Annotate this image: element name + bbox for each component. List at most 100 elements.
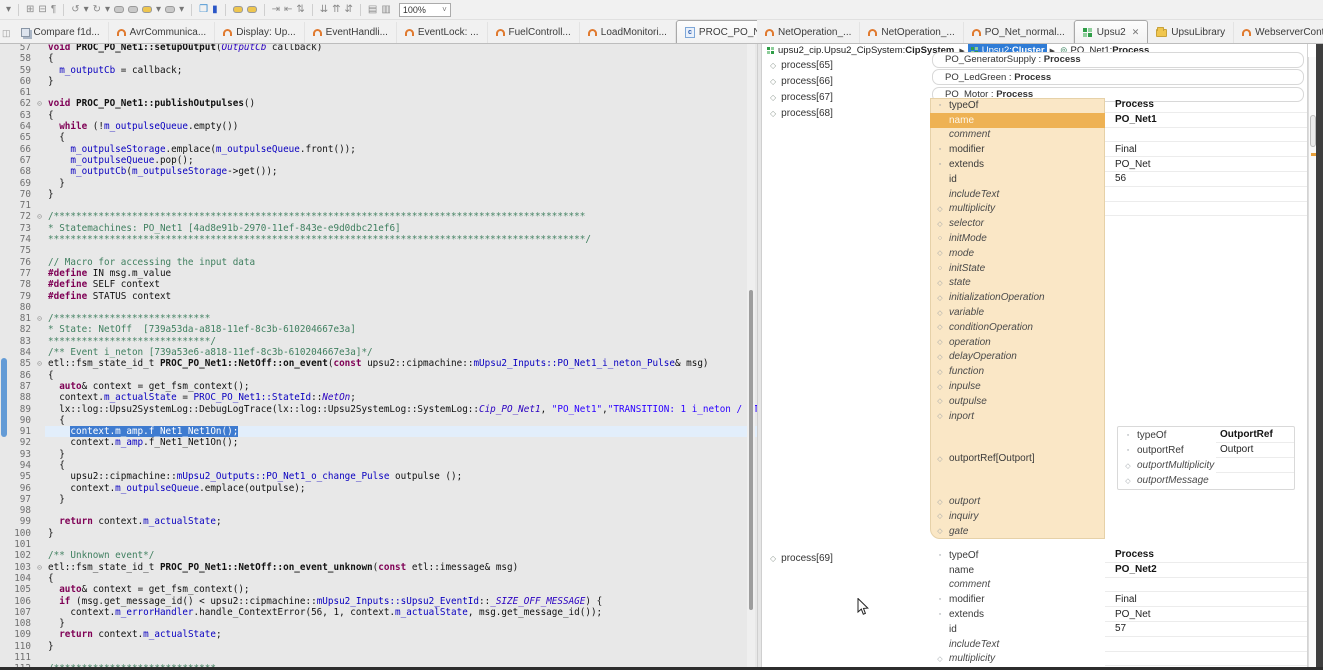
property-row[interactable]: ◇inport	[930, 409, 1307, 424]
step-into-icon[interactable]: ⇊	[320, 5, 328, 15]
code-line[interactable]: 70}	[0, 189, 757, 200]
code-line[interactable]: 87 auto& context = get_fsm_context();	[0, 381, 757, 392]
editor-scrollbar-thumb[interactable]	[749, 290, 753, 610]
property-label[interactable]: ▫extends	[930, 607, 1105, 622]
property-row[interactable]: ◇inpulse	[930, 379, 1307, 394]
property-row[interactable]: ◇outport	[930, 494, 1307, 509]
property-value[interactable]: PO_Net2	[1105, 563, 1307, 578]
property-row[interactable]: id56	[930, 172, 1307, 187]
property-label[interactable]: ◇outportMessage	[1118, 473, 1216, 488]
code-line[interactable]: 63{	[0, 110, 757, 121]
property-label[interactable]: ◇multiplicity	[930, 202, 1105, 217]
code-line[interactable]: 94 {	[0, 460, 757, 471]
property-label[interactable]: comment	[930, 128, 1105, 143]
code-line[interactable]: 67 m_outpulseQueue.pop();	[0, 155, 757, 166]
property-label[interactable]: ◇gate	[930, 524, 1105, 539]
code-line[interactable]: 69 }	[0, 178, 757, 189]
property-label[interactable]: name	[930, 563, 1105, 578]
property-value[interactable]	[1105, 509, 1307, 524]
editor-tab-upsu2[interactable]: Upsu2✕	[1074, 20, 1148, 43]
editor-tab-display-up-[interactable]: Display: Up...	[215, 22, 304, 43]
property-value[interactable]	[1105, 320, 1307, 335]
property-label[interactable]: ◇variable	[930, 305, 1105, 320]
swap-icon[interactable]: ⇵	[345, 5, 353, 15]
code-line[interactable]: 111	[0, 652, 757, 663]
property-row[interactable]: ▫typeOfProcess	[930, 548, 1307, 563]
editor-tab-eventlock-[interactable]: EventLock: ...	[397, 22, 488, 43]
comment-bubble-icon[interactable]	[165, 6, 175, 13]
property-value[interactable]: PO_Net	[1105, 607, 1307, 622]
property-row[interactable]: ◇delayOperation	[930, 350, 1307, 365]
property-value[interactable]	[1105, 246, 1307, 261]
property-row[interactable]: id57	[930, 622, 1307, 637]
property-row[interactable]: ▫outportRefOutport	[1118, 443, 1294, 458]
property-value[interactable]	[1105, 409, 1307, 424]
code-line[interactable]: 74**************************************…	[0, 234, 757, 245]
property-row[interactable]: ◇variable	[930, 305, 1307, 320]
property-label[interactable]: ▫modifier	[930, 592, 1105, 607]
property-label[interactable]: includeText	[930, 637, 1105, 652]
code-line[interactable]: 61	[0, 87, 757, 98]
property-row[interactable]: ◇mode	[930, 246, 1307, 261]
code-line[interactable]: 103⊝etl::fsm_state_id_t PROC_PO_Net1::Ne…	[0, 562, 757, 573]
property-row[interactable]: ○initState	[930, 261, 1307, 276]
tree-item-process-65-[interactable]: ◇process[65]	[770, 58, 833, 72]
property-label[interactable]: comment	[930, 578, 1105, 593]
code-line[interactable]: 81⊝/****************************	[0, 313, 757, 324]
redo-icon[interactable]: ↻	[93, 5, 101, 15]
property-row[interactable]: namePO_Net1	[930, 113, 1307, 128]
editor-tab-avrcommunica-[interactable]: AvrCommunica...	[109, 22, 216, 43]
code-line[interactable]: 79#define STATUS context	[0, 291, 757, 302]
property-label[interactable]: ◇operation	[930, 335, 1105, 350]
code-line[interactable]: 89 lx::log::Upsu2SystemLog::DebugLogTrac…	[0, 404, 757, 415]
property-row[interactable]: ▫extendsPO_Net	[930, 607, 1307, 622]
property-value[interactable]	[1105, 305, 1307, 320]
property-row[interactable]: includeText	[930, 187, 1307, 202]
property-value[interactable]: Outport	[1216, 443, 1294, 458]
property-label[interactable]: ◇conditionOperation	[930, 320, 1105, 335]
code-line[interactable]: 101	[0, 539, 757, 550]
property-value[interactable]	[1105, 202, 1307, 217]
property-label[interactable]: ◇state	[930, 276, 1105, 291]
fold-marker-icon[interactable]: ⊝	[34, 313, 45, 324]
property-label[interactable]: includeText	[930, 187, 1105, 202]
code-line[interactable]: 100}	[0, 528, 757, 539]
property-row[interactable]: ◇gate	[930, 524, 1307, 539]
property-row[interactable]: ▫extendsPO_Net	[930, 157, 1307, 172]
property-row[interactable]: ◇outpulse	[930, 394, 1307, 409]
property-row[interactable]: ◇outportMultiplicity	[1118, 458, 1294, 473]
fold-marker-icon[interactable]: ⊝	[34, 211, 45, 222]
comment-bubble-icon[interactable]	[114, 6, 124, 13]
code-line[interactable]: 58{	[0, 53, 757, 64]
property-row[interactable]: ◇multiplicity	[930, 652, 1307, 667]
property-label[interactable]: ▫outportRef	[1118, 443, 1216, 458]
close-icon[interactable]: ✕	[1132, 27, 1140, 38]
code-line[interactable]: 68 m_outputCb(m_outpulseStorage->get());	[0, 166, 757, 177]
editor-tab-upsulibrary[interactable]: UpsuLibrary	[1148, 22, 1234, 43]
comment-bubble-yellow-icon[interactable]	[142, 6, 152, 13]
property-row[interactable]: ◇outportRef[Outport]▫typeOfOutportRef▫ou…	[930, 424, 1307, 495]
code-line[interactable]: 78#define SELF context	[0, 279, 757, 290]
code-line[interactable]: 82* State: NetOff [739a53da-a818-11ef-8c…	[0, 324, 757, 335]
next-annotation-icon[interactable]: ⇥	[272, 5, 280, 15]
property-row[interactable]: comment	[930, 578, 1307, 593]
property-value[interactable]	[1105, 578, 1307, 593]
code-line[interactable]: 66 m_outpulseStorage.emplace(m_outpulseQ…	[0, 144, 757, 155]
property-value[interactable]	[1216, 473, 1294, 488]
property-value[interactable]: PO_Net1	[1105, 113, 1307, 128]
property-label[interactable]: ◇initializationOperation	[930, 290, 1105, 305]
property-value[interactable]	[1105, 379, 1307, 394]
editor-tab-netoperation-[interactable]: NetOperation_...	[757, 22, 860, 43]
code-line[interactable]: 65 {	[0, 132, 757, 143]
property-label[interactable]: id	[930, 172, 1105, 187]
layout-icon[interactable]: ▤	[368, 5, 377, 15]
table-icon[interactable]: ⊞	[26, 5, 34, 15]
code-line[interactable]: 72⊝/************************************…	[0, 211, 757, 222]
property-value[interactable]	[1216, 458, 1294, 473]
code-line[interactable]: 90 {	[0, 415, 757, 426]
editor-tab-proc-po-net-[interactable]: cPROC_PO_Net...✕	[676, 20, 757, 43]
tree-item-process-66-[interactable]: ◇process[66]	[770, 74, 833, 88]
code-line[interactable]: 73* Statemachines: PO_Net1 [4ad8e91b-297…	[0, 223, 757, 234]
property-value[interactable]	[1105, 494, 1307, 509]
code-editor[interactable]: 57void PROC_PO_Net1::setupOutput(OutputC…	[0, 44, 757, 667]
